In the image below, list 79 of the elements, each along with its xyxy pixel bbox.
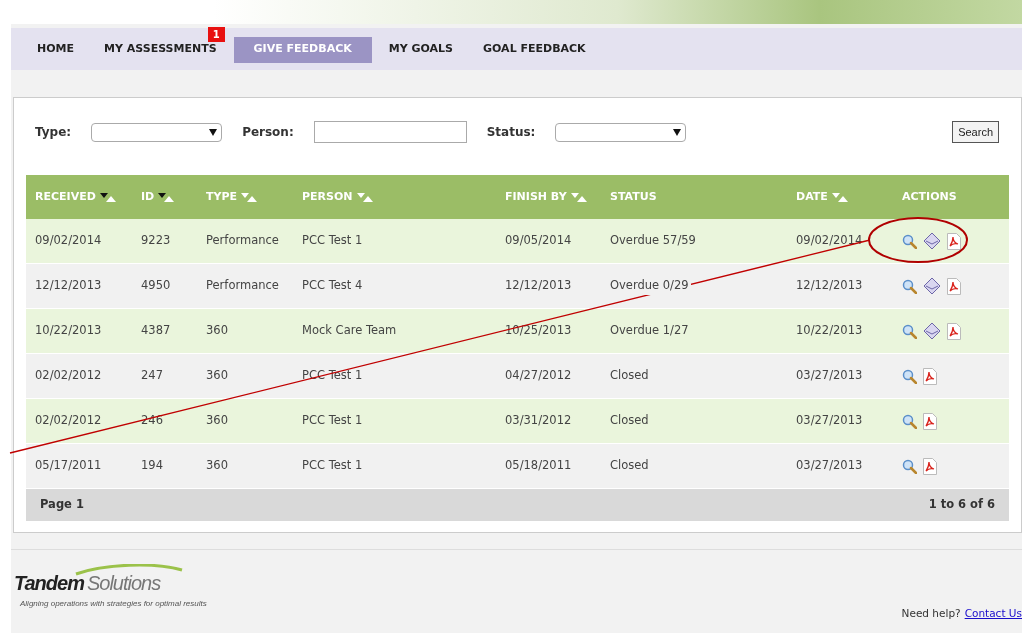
nav-tab[interactable]: HOME [24,36,88,63]
filter-label: Type: [35,124,72,141]
magnifier-icon[interactable] [902,278,917,294]
page-label: Page 1 [40,496,84,514]
table-cell: 09/05/2014 [505,232,572,250]
table-cell: 10/25/2013 [505,322,572,340]
table-cell: 12/12/2013 [35,277,102,295]
notification-badge: 1 [207,27,225,43]
table-cell: 03/27/2013 [796,367,863,385]
table-cell: 10/22/2013 [796,322,863,340]
magnifier-icon[interactable] [902,458,917,474]
table-cell: 10/22/2013 [35,322,102,340]
table-cell: PCC Test 1 [302,232,363,250]
table-cell: 12/12/2013 [505,277,572,295]
logo-text: Tandem [14,571,84,596]
table-cell: 194 [141,457,163,475]
table-cell: 360 [206,367,228,385]
magnifier-icon[interactable] [902,233,917,249]
dropdown-field[interactable] [91,122,223,142]
filter-label: Person: [242,124,294,141]
envelope-icon[interactable] [923,322,941,340]
table-cell: 360 [206,322,228,340]
table-cell: 03/27/2013 [796,412,863,430]
table-cell: 04/27/2012 [505,367,572,385]
table-cell: PCC Test 1 [302,457,363,475]
pdf-icon[interactable] [923,367,937,385]
magnifier-icon[interactable] [902,368,917,384]
magnifier-icon[interactable] [902,413,917,429]
table-row[interactable]: 12/12/2013 4950 Performance PCC Test 4 12/12/2013 Overdue 0/29 12/12/2013 [26,264,1009,309]
table-cell: 02/02/2012 [35,412,102,430]
envelope-icon[interactable] [923,277,941,295]
contact-link[interactable]: Contact Us [964,606,1022,622]
table-cell: 05/18/2011 [505,457,572,475]
table-cell: Performance [206,232,279,250]
table-cell: PCC Test 4 [302,277,363,295]
table-row[interactable]: 09/02/2014 9223 Performance PCC Test 1 09/05/2014 Overdue 57/59 09/02/2014 [26,219,1009,264]
table-row[interactable]: 10/22/2013 4387 360 Mock Care Team 10/25/2013 Overdue 1/27 10/22/2013 [26,309,1009,354]
pdf-icon[interactable] [947,232,961,250]
pdf-icon[interactable] [923,457,937,475]
table-cell: 12/12/2013 [796,277,863,295]
pdf-icon[interactable] [947,322,961,340]
column-header: ACTIONS [902,188,957,205]
table-cell: 247 [141,367,163,385]
table-cell: 05/17/2011 [35,457,102,475]
person-field[interactable] [313,121,467,143]
record-range: 1 to 6 of 6 [928,496,995,514]
logo-tagline: Aligning operations with strategies for optimal results [19,598,207,610]
nav-tab[interactable]: MY GOALS [375,36,467,63]
search-button[interactable]: Search [952,121,999,143]
table-cell: 03/31/2012 [505,412,572,430]
column-header: STATUS [610,188,657,205]
table-cell: 9223 [141,232,171,250]
dropdown-field[interactable] [555,122,687,142]
table-cell: 03/27/2013 [796,457,863,475]
dropdown-arrow-icon [209,128,218,136]
table-cell: 09/02/2014 [35,232,102,250]
envelope-icon[interactable] [923,232,941,250]
filter-label: Status: [486,124,536,141]
pdf-icon[interactable] [923,412,937,430]
logo-swoosh-icon [74,564,184,576]
table-cell: Performance [206,277,279,295]
table-cell: Mock Care Team [302,322,397,340]
table-cell: 360 [206,412,228,430]
table-cell: Overdue 0/29 [610,277,691,295]
dropdown-arrow-icon [673,128,682,136]
magnifier-icon[interactable] [902,323,917,339]
pdf-icon[interactable] [947,277,961,295]
table-cell: PCC Test 1 [302,412,363,430]
sort-icon[interactable] [158,192,175,202]
table-cell: 4950 [141,277,171,295]
table-cell: 02/02/2012 [35,367,102,385]
table-row[interactable]: 05/17/2011 194 360 PCC Test 1 05/18/2011 Closed 03/27/2013 [26,444,1009,489]
nav-tab[interactable]: GOAL FEEDBACK [470,36,599,63]
table-cell: 4387 [141,322,171,340]
logo-text: Solutions [86,571,161,596]
sort-icon[interactable] [99,192,116,202]
table-cell: 360 [206,457,228,475]
help-text: Need help? [901,606,961,621]
table-cell: 09/02/2014 [796,232,863,250]
